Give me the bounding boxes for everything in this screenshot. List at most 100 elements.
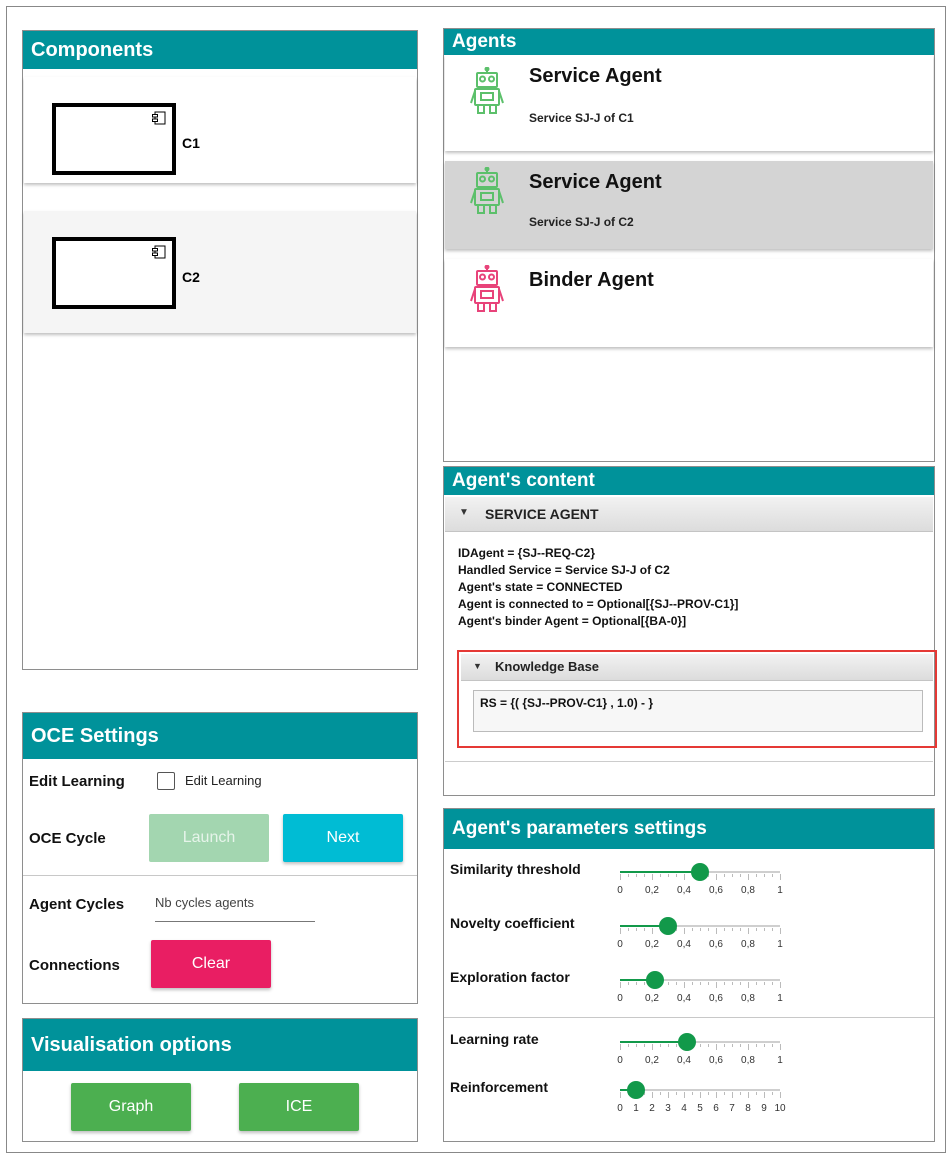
info-line: IDAgent = {SJ--REQ-C2} [458,546,596,560]
agent-subtitle: Service SJ-J of C2 [529,215,634,229]
tick-mark [692,928,693,931]
components-panel: Components C1 C2 [22,30,418,670]
agents-panel: Agents Service Agent Service SJ-J of C1 … [443,28,935,462]
tick-mark [620,928,621,934]
tick-label: 0,4 [677,939,691,950]
agent-item-binder[interactable]: Binder Agent [445,259,933,347]
tick-mark [644,1044,645,1047]
tick-mark [636,874,637,877]
similarity-threshold-slider[interactable]: 0 0,2 0,4 0,6 0,8 1 [617,857,783,901]
tick-mark [668,1092,669,1098]
tick-mark [772,1092,773,1095]
tick-label: 10 [774,1103,786,1114]
tick-mark [660,874,661,877]
tick-label: 2 [649,1103,655,1114]
tick-label: 0,4 [677,1055,691,1066]
tick-mark [756,1092,757,1095]
agents-header: Agents [444,29,934,55]
clear-button[interactable]: Clear [151,940,271,988]
tick-label: 0,2 [645,993,659,1004]
tick-mark [716,874,717,880]
kb-value: RS = {( {SJ--PROV-C1} , 1.0) - } [480,696,654,710]
agent-item-service-c1[interactable]: Service Agent Service SJ-J of C1 [445,55,933,151]
tick-mark [764,1092,765,1098]
tick-label: 0,8 [741,939,755,950]
tick-mark [740,928,741,931]
info-line: Agent is connected to = Optional[{SJ--PR… [458,597,739,611]
tick-mark [724,928,725,931]
tick-mark [732,982,733,985]
tick-mark [748,928,749,934]
tick-mark [764,1044,765,1047]
tick-mark [780,928,781,934]
learning-rate-slider[interactable]: 0 0,2 0,4 0,6 0,8 1 [617,1027,783,1071]
edit-learning-checkbox[interactable] [157,772,175,790]
agent-title: Service Agent [529,65,662,87]
slider-label: Similarity threshold [450,861,581,877]
tick-mark [684,874,685,880]
exploration-factor-slider[interactable]: 0 0,2 0,4 0,6 0,8 1 [617,965,783,1009]
tick-mark [636,982,637,985]
tick-mark [700,1092,701,1098]
tick-mark [724,874,725,877]
oce-settings-header: OCE Settings [23,713,417,759]
connections-label: Connections [29,957,120,974]
robot-icon [470,265,504,312]
tick-mark [764,928,765,931]
tick-label: 0,4 [677,993,691,1004]
slider-thumb[interactable] [627,1081,645,1099]
agent-item-service-c2[interactable]: Service Agent Service SJ-J of C2 [445,161,933,249]
tick-label: 1 [777,993,783,1004]
agent-cycles-input[interactable]: Nb cycles agents [155,889,315,922]
slider-thumb[interactable] [659,917,677,935]
divider [23,875,417,876]
tick-label: 0,8 [741,885,755,896]
knowledge-base-header[interactable]: ▼ Knowledge Base [461,654,933,681]
tick-mark [772,928,773,931]
tick-mark [700,982,701,985]
collapse-arrow-icon: ▼ [473,661,482,671]
tick-label: 0 [617,1055,623,1066]
tick-mark [692,1092,693,1095]
info-line: Handled Service = Service SJ-J of C2 [458,563,670,577]
tick-mark [652,1044,653,1050]
service-agent-section-header[interactable]: ▼ SERVICE AGENT [445,497,933,532]
params-header: Agent's parameters settings [444,809,934,849]
tick-label: 0,4 [677,885,691,896]
novelty-coefficient-slider[interactable]: 0 0,2 0,4 0,6 0,8 1 [617,911,783,955]
tick-label: 6 [713,1103,719,1114]
tick-label: 0,6 [709,885,723,896]
info-line: Agent's state = CONNECTED [458,580,623,594]
agent-title: Service Agent [529,171,662,193]
component-item-c2[interactable]: C2 [24,211,416,333]
slider-thumb[interactable] [691,863,709,881]
tick-mark [780,874,781,880]
tick-mark [724,1092,725,1095]
tick-mark [684,928,685,934]
tick-label: 0,6 [709,993,723,1004]
slider-ticks [620,982,781,988]
component-box [52,103,176,175]
graph-button[interactable]: Graph [71,1083,191,1131]
slider-label: Learning rate [450,1031,539,1047]
section-title: SERVICE AGENT [485,506,599,522]
tick-mark [708,928,709,931]
tick-mark [740,1092,741,1095]
ice-button[interactable]: ICE [239,1083,359,1131]
tick-label: 0 [617,939,623,950]
component-item-c1[interactable]: C1 [24,77,416,183]
tick-mark [676,1044,677,1047]
launch-button[interactable]: Launch [149,814,269,862]
slider-label: Novelty coefficient [450,915,575,931]
next-button[interactable]: Next [283,814,403,862]
tick-mark [732,1092,733,1098]
tick-mark [684,1092,685,1098]
reinforcement-slider[interactable]: 0 1 2 3 4 5 6 7 8 9 10 [617,1075,786,1119]
slider-fill [620,1041,688,1043]
tick-label: 0,2 [645,939,659,950]
tick-mark [772,1044,773,1047]
component-icon [152,111,166,125]
divider [444,1017,934,1018]
knowledge-base-field[interactable]: RS = {( {SJ--PROV-C1} , 1.0) - } [473,690,923,732]
tick-mark [740,874,741,877]
